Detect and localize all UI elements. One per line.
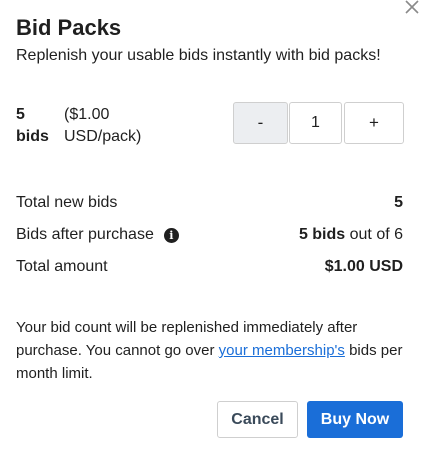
bids-after-purchase-suffix: out of 6 [349, 226, 403, 243]
total-amount-label: Total amount [16, 258, 108, 275]
cancel-button[interactable]: Cancel [217, 401, 298, 438]
total-new-bids-label: Total new bids [16, 194, 118, 211]
quantity-input[interactable] [289, 102, 342, 144]
membership-link[interactable]: your membership's [219, 342, 345, 359]
bid-limit-notice: Your bid count will be replenished immed… [16, 319, 403, 382]
total-new-bids-row: Total new bids 5 [16, 192, 403, 214]
pack-count: 5 bids [16, 106, 49, 145]
dialog-subtitle: Replenish your usable bids instantly wit… [16, 47, 381, 64]
dialog-title: Bid Packs [16, 15, 122, 40]
total-new-bids-value: 5 [394, 194, 403, 211]
buy-now-button[interactable]: Buy Now [307, 401, 403, 438]
close-icon[interactable] [403, 0, 421, 16]
increment-button[interactable]: + [344, 102, 404, 144]
decrement-button[interactable]: - [233, 102, 288, 144]
bids-after-purchase-value: 5 bids [298, 226, 346, 243]
bids-after-purchase-row: Bids after purchase i 5 bids out of 6 [16, 224, 403, 246]
total-amount-value: $1.00 USD [324, 258, 403, 275]
quantity-stepper: - + [233, 102, 404, 144]
total-amount-row: Total amount $1.00 USD [16, 256, 403, 278]
info-icon[interactable]: i [163, 227, 179, 243]
bids-after-purchase-label: Bids after purchase [16, 226, 154, 243]
pack-price: ($1.00 USD/pack) [64, 106, 142, 145]
